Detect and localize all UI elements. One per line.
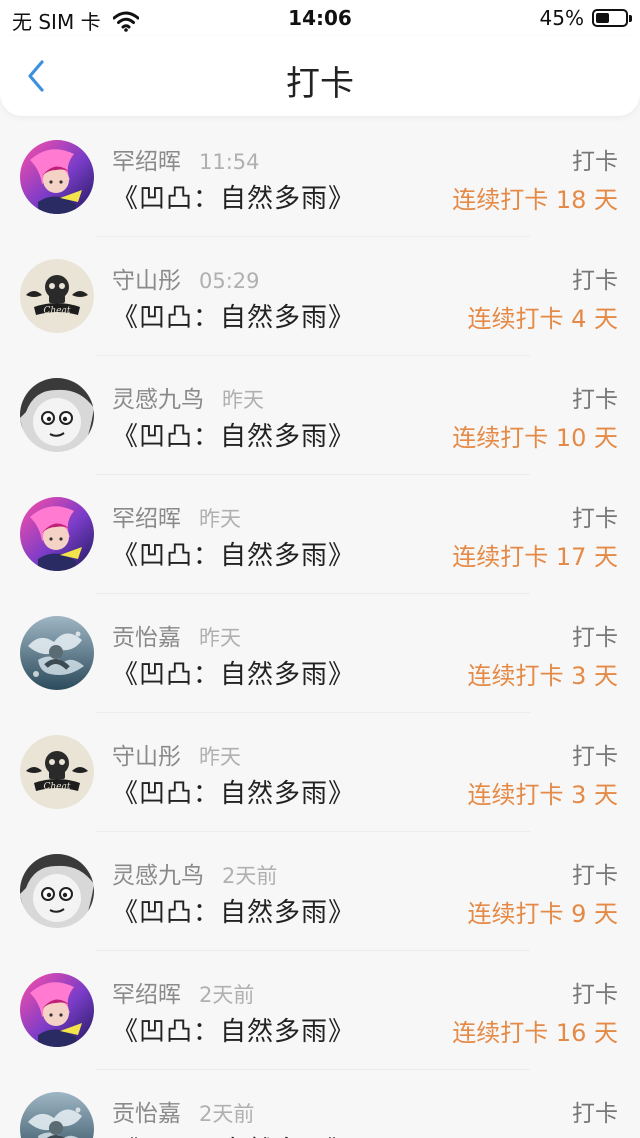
avatar-skull-logo: Cheat [20,259,94,333]
avatar-anime-pink [20,973,94,1047]
battery-level [596,13,609,23]
status-right: 45% [539,6,632,30]
list-item[interactable]: Cheat 守山彤 05:29 《凹凸：自然多雨》 打卡连续打卡 4 天 [0,239,640,358]
user-name: 罕绍晖 昨天 [112,499,241,533]
book-title: 《凹凸：自然多雨》 [112,1017,356,1047]
user-name-text: 罕绍晖 [112,982,181,1008]
list-item[interactable]: 罕绍晖 昨天《凹凸：自然多雨》 打卡连续打卡 17 天 [0,477,640,596]
checkin-action-label: 打卡 [572,863,618,889]
nav-bar: 打卡 [0,36,640,116]
book-title: 《凹凸：自然多雨》 [112,303,356,333]
avatar[interactable] [20,616,94,690]
streak-label: 连续打卡 17 天 [452,543,618,571]
divider [96,593,530,594]
avatar[interactable] [20,854,94,928]
list-item[interactable]: 灵感九鸟 2天前《凹凸：自然多雨》 打卡连续打卡 9 天 [0,834,640,953]
post-time: 昨天 [199,745,241,769]
book-title: 《凹凸：自然多雨》 [112,898,356,928]
streak-label: 连续打卡 3 天 [467,781,618,809]
user-name: 守山彤 05:29 [112,261,260,295]
user-name-text: 守山彤 [112,744,181,770]
avatar-sketch-face [20,854,94,928]
divider [96,831,530,832]
streak-label: 连续打卡 9 天 [467,900,618,928]
book-title: 《凹凸：自然多雨》 [112,1130,355,1138]
page-title: 打卡 [286,64,354,104]
divider [96,474,530,475]
post-time: 11:54 [199,150,260,174]
avatar-skull-logo: Cheat [20,735,94,809]
list-item[interactable]: 贡怡嘉 昨天《凹凸：自然多雨》 打卡连续打卡 3 天 [0,596,640,715]
list-item[interactable]: 罕绍晖 11:54 《凹凸：自然多雨》 打卡连续打卡 18 天 [0,120,640,239]
user-name: 灵感九鸟 昨天 [112,380,264,414]
battery-percent: 45% [539,6,584,30]
list-item[interactable]: 灵感九鸟 昨天《凹凸：自然多雨》 打卡连续打卡 10 天 [0,358,640,477]
divider [96,712,530,713]
book-title: 《凹凸：自然多雨》 [112,660,356,690]
user-name-text: 贡怡嘉 [112,625,181,651]
avatar[interactable] [20,497,94,571]
book-title: 《凹凸：自然多雨》 [112,422,356,452]
post-time: 昨天 [199,626,241,650]
user-name: 罕绍晖 11:54 [112,142,260,176]
avatar[interactable]: Cheat [20,259,94,333]
book-title: 《凹凸：自然多雨》 [112,541,356,571]
post-time: 2天前 [199,983,255,1007]
streak-label: 连续打卡 4 天 [467,305,618,333]
avatar[interactable] [20,1092,94,1138]
user-name: 守山彤 昨天 [112,737,241,771]
checkin-action-label: 打卡 [572,1101,618,1127]
list-item[interactable]: Cheat 守山彤 昨天《凹凸：自然多雨》 打卡连续打卡 3 天 [0,715,640,834]
list-item[interactable]: 罕绍晖 2天前《凹凸：自然多雨》 打卡连续打卡 16 天 [0,953,640,1072]
avatar-anime-pink [20,497,94,571]
post-time: 昨天 [222,388,264,412]
checkin-action-label: 打卡 [572,387,618,413]
streak-label: 连续打卡 3 天 [467,662,618,690]
battery-icon [592,9,632,27]
post-time: 昨天 [199,507,241,531]
avatar-water-photo [20,1092,94,1138]
divider [96,355,530,356]
user-name-text: 罕绍晖 [112,149,181,175]
avatar[interactable]: Cheat [20,735,94,809]
avatar-anime-pink [20,140,94,214]
checkin-action-label: 打卡 [572,268,618,294]
avatar[interactable] [20,140,94,214]
avatar-water-photo [20,616,94,690]
user-name: 贡怡嘉 昨天 [112,618,241,652]
user-name: 灵感九鸟 2天前 [112,856,277,890]
user-name-text: 灵感九鸟 [112,387,204,413]
status-bar: 无 SIM 卡 14:06 45% [0,0,640,36]
user-name: 贡怡嘉 2天前 [112,1094,254,1128]
book-title: 《凹凸：自然多雨》 [112,779,356,809]
list-item[interactable]: 贡怡嘉 2天前《凹凸：自然多雨》 打卡 [0,1072,640,1138]
user-name-text: 守山彤 [112,268,181,294]
user-name: 罕绍晖 2天前 [112,975,254,1009]
divider [96,236,530,237]
book-title: 《凹凸：自然多雨》 [112,184,356,214]
post-time: 2天前 [222,864,278,888]
user-name-text: 罕绍晖 [112,506,181,532]
avatar[interactable] [20,378,94,452]
post-time: 2天前 [199,1102,255,1126]
checkin-list[interactable]: 罕绍晖 11:54 《凹凸：自然多雨》 打卡 连续打卡 18 天 Cheat 守山彤 05:2… [0,120,640,1138]
post-time: 05:29 [199,269,260,293]
checkin-action-label: 打卡 [572,149,618,175]
streak-label: 连续打卡 16 天 [452,1019,618,1047]
streak-label: 连续打卡 10 天 [452,424,618,452]
checkin-action-label: 打卡 [572,625,618,651]
user-name-text: 灵感九鸟 [112,863,204,889]
user-name-text: 贡怡嘉 [112,1101,181,1127]
divider [96,950,530,951]
divider [96,1069,530,1070]
streak-label: 连续打卡 18 天 [452,186,618,214]
svg-text:Cheat: Cheat [44,306,71,316]
checkin-action-label: 打卡 [572,982,618,1008]
avatar-sketch-face [20,378,94,452]
checkin-action-label: 打卡 [572,744,618,770]
svg-text:Cheat: Cheat [44,782,71,792]
avatar[interactable] [20,973,94,1047]
checkin-action-label: 打卡 [572,506,618,532]
